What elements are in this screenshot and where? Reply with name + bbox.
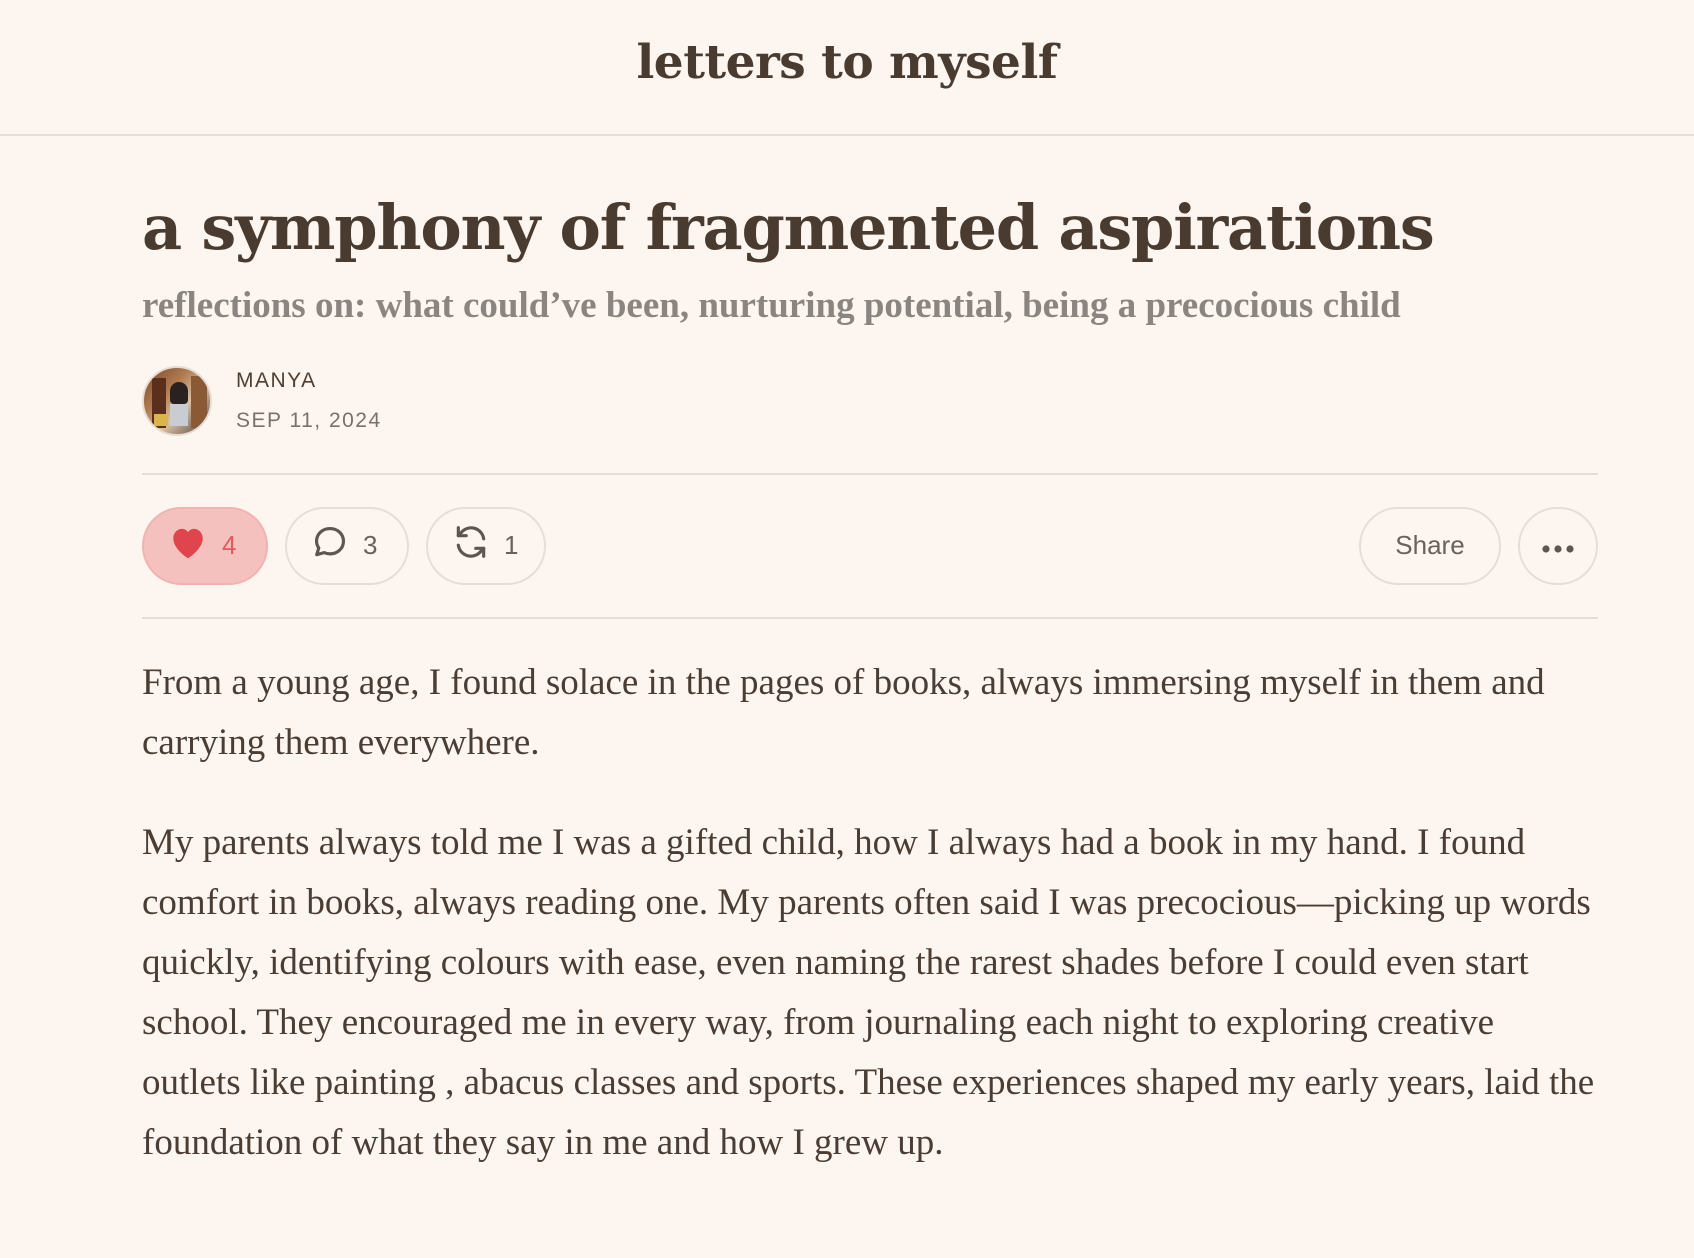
comment-button[interactable]: 3 <box>285 506 409 585</box>
author-name[interactable]: MANYA <box>236 369 382 393</box>
body-paragraph: From a young age, I found solace in the … <box>142 661 1545 763</box>
refresh-icon <box>452 523 490 568</box>
publication-header: letters to myself <box>0 0 1694 136</box>
byline-text: MANYA SEP 11, 2024 <box>236 369 382 433</box>
post-subtitle: reflections on: what could’ve been, nurt… <box>142 285 1401 327</box>
restack-count: 1 <box>504 530 519 561</box>
like-button[interactable]: 4 <box>142 506 268 585</box>
like-count: 4 <box>222 530 237 561</box>
restack-button[interactable]: 1 <box>426 506 546 585</box>
post-date: SEP 11, 2024 <box>236 408 382 432</box>
post-actions-bar: 4 3 1 Share <box>142 472 1598 619</box>
body-paragraph: My parents always told me I was a gifted… <box>142 821 1595 1163</box>
article: a symphony of fragmented aspirations ref… <box>142 138 1598 1213</box>
share-actions: Share <box>1359 506 1598 585</box>
byline: MANYA SEP 11, 2024 <box>142 363 1598 439</box>
post-body: From a young age, I found solace in the … <box>142 653 1598 1173</box>
publication-title[interactable]: letters to myself <box>636 35 1058 90</box>
comment-count: 3 <box>363 530 378 561</box>
post-title: a symphony of fragmented aspirations <box>142 191 1435 264</box>
avatar[interactable] <box>142 365 212 436</box>
share-button[interactable]: Share <box>1359 506 1501 585</box>
speech-bubble-icon <box>311 523 349 568</box>
engagement-actions: 4 3 1 <box>142 506 546 585</box>
more-options-button[interactable] <box>1518 506 1598 585</box>
heart-icon <box>168 524 208 567</box>
ellipsis-icon <box>1541 530 1575 561</box>
